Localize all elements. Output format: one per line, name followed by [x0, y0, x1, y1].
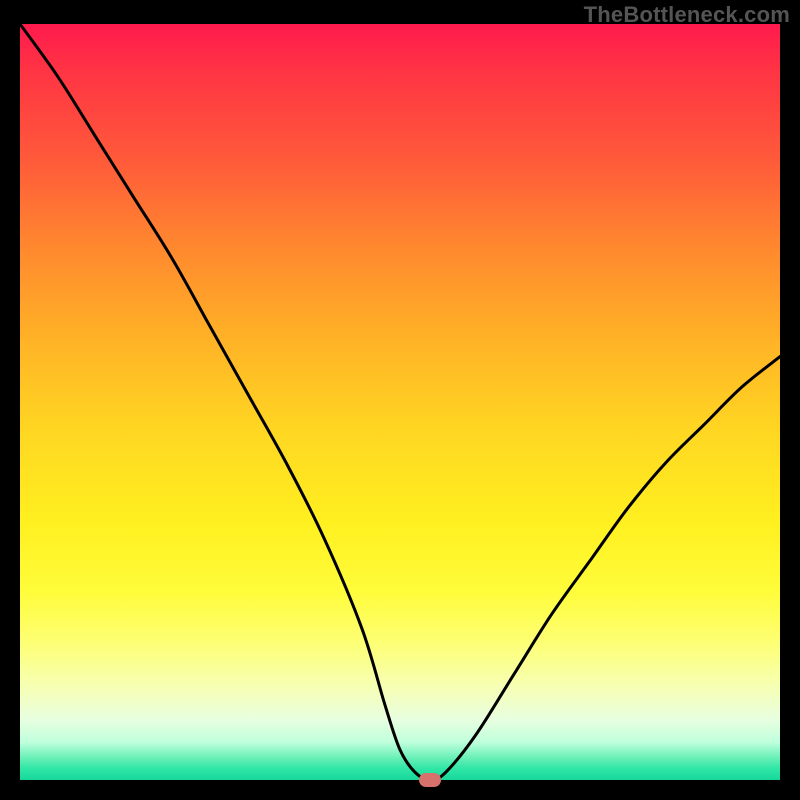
bottleneck-curve	[20, 24, 780, 780]
plot-area	[20, 24, 780, 780]
attribution-text: TheBottleneck.com	[584, 2, 790, 28]
optimal-marker	[419, 773, 441, 787]
chart-frame: TheBottleneck.com	[0, 0, 800, 800]
curve-path	[20, 24, 780, 780]
